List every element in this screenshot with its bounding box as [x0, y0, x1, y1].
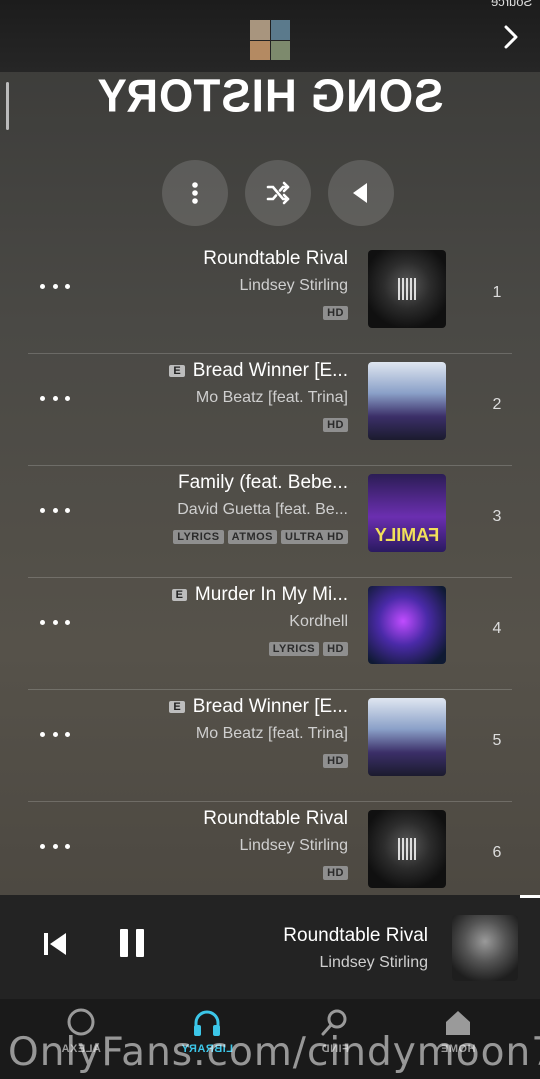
nav-home[interactable]: HOME	[413, 1007, 503, 1055]
nav-home-label: HOME	[440, 1043, 476, 1055]
search-icon	[321, 1009, 347, 1036]
track-number: 2	[492, 396, 502, 413]
shuffle-button[interactable]	[245, 160, 311, 226]
track-title-row: E Bread Winner [E...	[161, 360, 348, 382]
track-artist: Mo Beatz [feat. Trina]	[195, 389, 348, 406]
track-more-button[interactable]	[40, 388, 70, 408]
badge: ATMOS	[227, 530, 277, 544]
track-title-row: E Murder In My Mi...	[164, 584, 348, 606]
nav-alexa-label: ALEXA	[61, 1043, 101, 1055]
track-row[interactable]: Family (feat. Bebe... David Guetta [feat…	[28, 466, 512, 578]
quality-badges: ULTRA HD ATMOS LYRICS	[173, 530, 348, 544]
pause-button[interactable]	[120, 929, 144, 957]
top-bar: Source	[0, 0, 540, 72]
quality-badges: HD	[323, 306, 348, 320]
track-row[interactable]: E Bread Winner [E... Mo Beatz [feat. Trin…	[28, 690, 512, 802]
track-number: 6	[492, 844, 502, 861]
now-playing-art	[452, 915, 518, 981]
album-art	[368, 698, 446, 776]
explicit-badge: E	[171, 588, 187, 601]
track-row[interactable]: Roundtable Rival Lindsey Stirling HD 1	[28, 242, 512, 354]
badge: LYRICS	[173, 530, 224, 544]
track-title: Roundtable Rival	[203, 808, 348, 829]
more-options-button[interactable]	[162, 160, 228, 226]
badge: ULTRA HD	[281, 530, 348, 544]
track-row[interactable]: E Murder In My Mi... Kordhell HD LYRICS 4	[28, 578, 512, 690]
nav-library-label: LIBRARY	[181, 1043, 233, 1055]
previous-track-icon[interactable]	[42, 931, 68, 957]
nav-alexa[interactable]: ALEXA	[36, 1007, 126, 1055]
track-title: Roundtable Rival	[203, 248, 348, 269]
nav-find-label: FIND	[321, 1043, 349, 1055]
album-art	[368, 474, 446, 552]
track-title: Murder In My Mi...	[194, 584, 348, 605]
track-title: Bread Winner [E...	[192, 360, 348, 381]
source-label: Source	[490, 0, 532, 9]
shuffle-icon	[266, 181, 290, 205]
track-title: Bread Winner [E...	[192, 696, 348, 717]
track-artist: Lindsey Stirling	[239, 277, 349, 294]
explicit-badge: E	[169, 364, 185, 377]
badge: HD	[323, 642, 348, 656]
now-playing-artist: Lindsey Stirling	[319, 954, 429, 971]
home-icon	[446, 1011, 470, 1035]
track-more-button[interactable]	[40, 836, 70, 856]
quality-badges: HD	[323, 418, 348, 432]
quality-badges: HD LYRICS	[268, 642, 348, 656]
album-art	[368, 250, 446, 328]
now-playing-title: Roundtable Rival	[283, 925, 428, 946]
play-icon	[353, 183, 367, 203]
badge: HD	[323, 754, 348, 768]
badge: HD	[323, 866, 348, 880]
track-artist: Kordhell	[289, 613, 348, 630]
track-title-row: E Bread Winner [E...	[161, 696, 348, 718]
chevron-right-icon[interactable]	[496, 22, 526, 52]
track-number: 5	[492, 732, 502, 749]
alexa-icon	[67, 1008, 95, 1036]
track-more-button[interactable]	[40, 724, 70, 744]
quality-badges: HD	[323, 754, 348, 768]
track-number: 3	[492, 508, 502, 525]
track-artist: David Guetta [feat. Be...	[177, 501, 348, 518]
play-button[interactable]	[328, 160, 394, 226]
page-title: SONG HISTORY	[96, 70, 444, 123]
badge: LYRICS	[268, 642, 320, 656]
album-art	[368, 362, 446, 440]
track-more-button[interactable]	[40, 500, 70, 520]
nav-library[interactable]: LIBRARY	[162, 1007, 252, 1055]
track-artist: Mo Beatz [feat. Trina]	[195, 725, 348, 742]
headphones-icon	[194, 1010, 220, 1036]
badge: HD	[323, 418, 348, 432]
bottom-navigation: HOME FIND LIBRARY ALEXA	[0, 999, 540, 1079]
album-collage-thumbnail	[250, 20, 290, 60]
badge: HD	[323, 306, 348, 320]
track-more-button[interactable]	[40, 276, 70, 296]
track-title: Family (feat. Bebe...	[177, 472, 348, 493]
album-art	[368, 810, 446, 888]
explicit-badge: E	[169, 700, 185, 713]
track-number: 4	[492, 620, 502, 637]
nav-find[interactable]: FIND	[290, 1007, 380, 1055]
track-more-button[interactable]	[40, 612, 70, 632]
more-vertical-icon	[192, 182, 198, 204]
playback-progress[interactable]	[520, 895, 540, 898]
track-row[interactable]: E Bread Winner [E... Mo Beatz [feat. Trin…	[28, 354, 512, 466]
now-playing-bar[interactable]: Roundtable Rival Lindsey Stirling	[0, 895, 540, 999]
album-art	[368, 586, 446, 664]
track-artist: Lindsey Stirling	[239, 837, 349, 854]
quality-badges: HD	[323, 866, 348, 880]
track-number: 1	[492, 284, 502, 301]
